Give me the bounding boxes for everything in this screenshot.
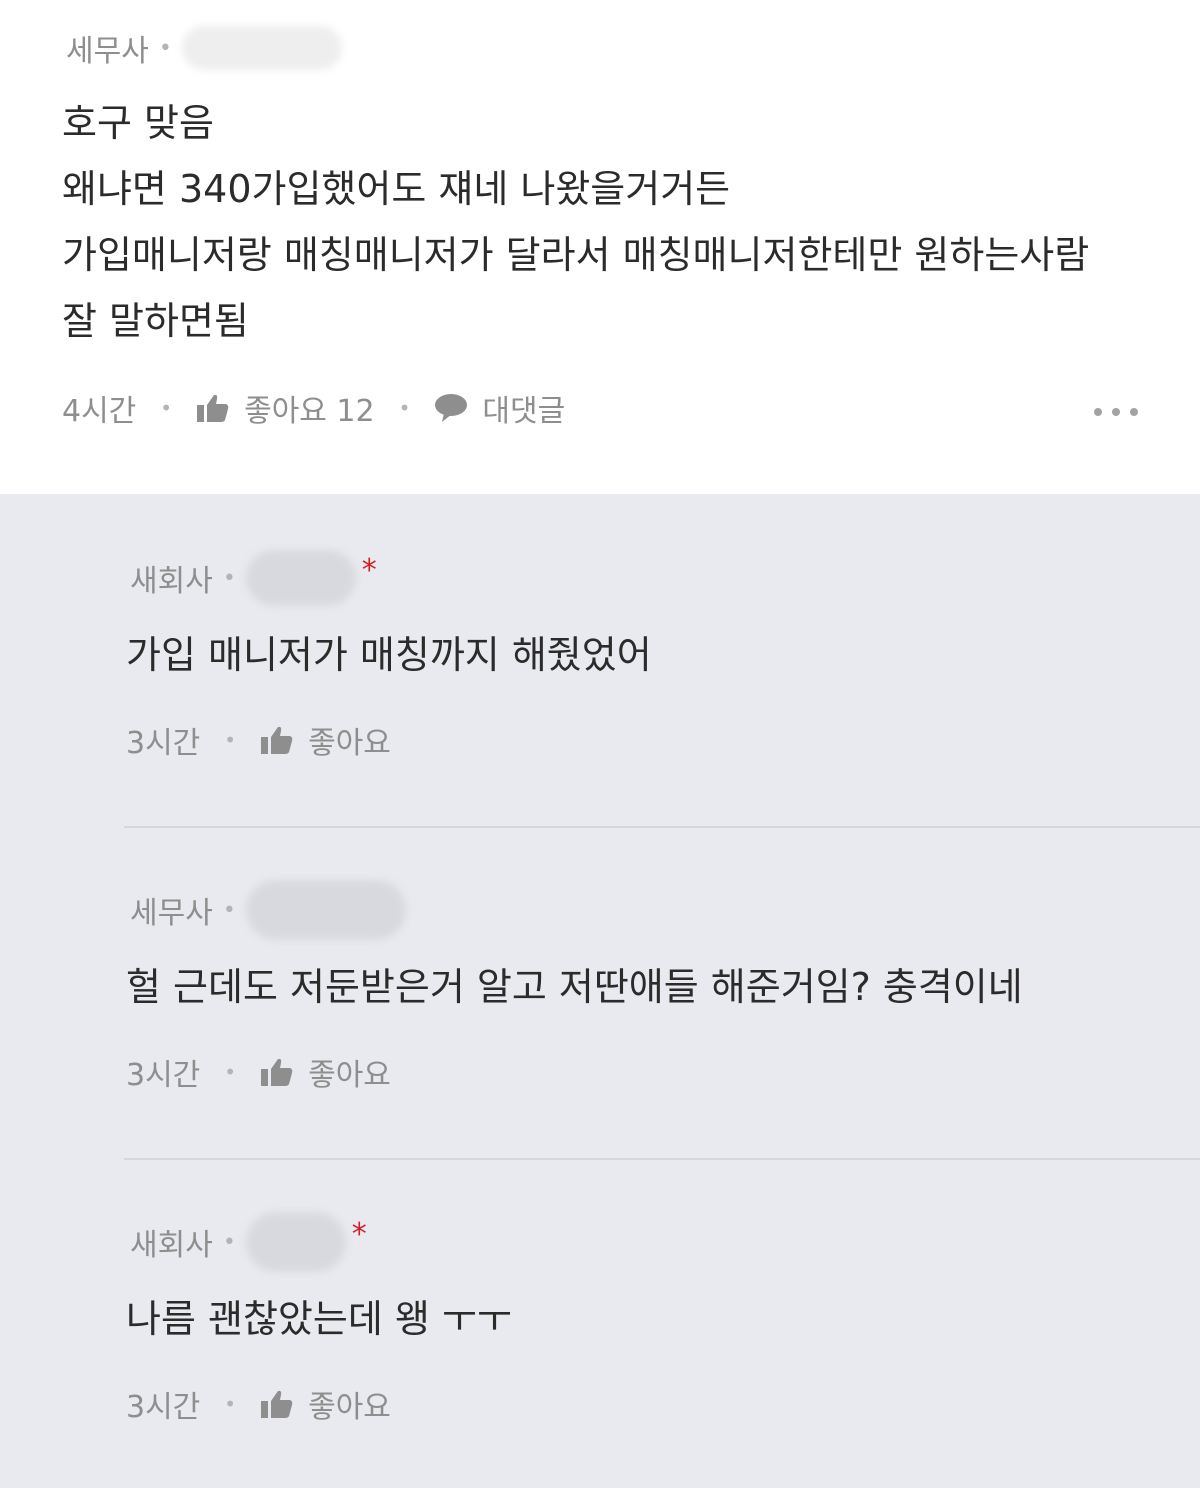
comment-body: 호구 맞음 왜냐면 340가입했어도 쟤네 나왔을거거든 가입매니저랑 매칭매니…	[62, 90, 1089, 354]
reply-body: 헐 근데도 저둔받은거 알고 저딴애들 해준거임? 충격이네	[126, 954, 1023, 1020]
reply-meta: 새회사 • *	[130, 550, 377, 606]
comment-line: 호구 맞음	[62, 101, 214, 145]
speech-bubble-icon	[435, 394, 468, 422]
meta-separator: •	[222, 897, 236, 923]
thumbs-up-icon	[261, 1390, 293, 1418]
author-name[interactable]: 세무사	[66, 26, 149, 70]
reply-text: 나름 괜찮았는데 왱 ㅜㅜ	[126, 1297, 512, 1341]
blurred-username	[181, 26, 342, 70]
blurred-username	[245, 1212, 346, 1272]
reply-body: 나름 괜찮았는데 왱 ㅜㅜ	[126, 1286, 512, 1352]
like-button[interactable]: 좋아요 12	[196, 386, 375, 430]
like-label: 좋아요	[308, 726, 391, 761]
more-dots-icon[interactable]	[1094, 408, 1138, 416]
like-label: 좋아요 12	[244, 394, 375, 429]
reply-button[interactable]: 대댓글	[434, 386, 565, 430]
like-button[interactable]: 좋아요	[260, 1050, 391, 1094]
author-star-icon: *	[361, 552, 377, 588]
timestamp: 3시간	[126, 1058, 201, 1093]
action-separator: •	[224, 728, 237, 752]
reply-actions: 3시간 • 좋아요	[126, 718, 391, 762]
author-name[interactable]: 새회사	[130, 1220, 213, 1264]
reply-actions: 3시간 • 좋아요	[126, 1382, 391, 1426]
reply-text: 헐 근데도 저둔받은거 알고 저딴애들 해준거임? 충격이네	[126, 965, 1023, 1009]
comment-line: 잘 말하면됨	[62, 299, 249, 343]
reply-text: 가입 매니저가 매칭까지 해줬었어	[126, 633, 652, 677]
timestamp: 3시간	[126, 726, 201, 761]
like-button[interactable]: 좋아요	[260, 1382, 391, 1426]
like-button[interactable]: 좋아요	[260, 718, 391, 762]
action-separator: •	[398, 396, 411, 420]
thumbs-up-icon	[197, 394, 229, 422]
blurred-username	[245, 880, 406, 940]
reply-meta: 세무사 •	[130, 880, 406, 940]
meta-separator: •	[222, 565, 236, 591]
reply-body: 가입 매니저가 매칭까지 해줬었어	[126, 622, 652, 688]
reply-label: 대댓글	[482, 394, 566, 429]
author-name[interactable]: 새회사	[130, 556, 213, 600]
action-separator: •	[224, 1392, 237, 1416]
comment-line: 가입매니저랑 매칭매니저가 달라서 매칭매니저한테만 원하는사람	[62, 233, 1090, 277]
main-comment: 세무사 • 호구 맞음 왜냐면 340가입했어도 쟤네 나왔을거거든 가입매니저…	[0, 0, 1200, 494]
comment-actions: 4시간 • 좋아요 12 • 대댓글	[62, 386, 565, 430]
thumbs-up-icon	[261, 726, 293, 754]
like-label: 좋아요	[308, 1058, 391, 1093]
like-label: 좋아요	[308, 1390, 391, 1425]
author-name[interactable]: 세무사	[130, 888, 213, 932]
timestamp: 4시간	[62, 394, 137, 429]
reply-divider	[124, 826, 1200, 828]
action-separator: •	[224, 1060, 237, 1084]
blurred-username	[245, 550, 356, 606]
action-separator: •	[160, 396, 173, 420]
author-star-icon: *	[351, 1216, 367, 1252]
timestamp: 3시간	[126, 1390, 201, 1425]
thumbs-up-icon	[261, 1058, 293, 1086]
meta-separator: •	[158, 35, 172, 61]
reply-meta: 새회사 • *	[130, 1212, 367, 1272]
reply-divider	[124, 1158, 1200, 1160]
comment-line: 왜냐면 340가입했어도 쟤네 나왔을거거든	[62, 167, 731, 211]
comment-meta: 세무사 •	[66, 26, 342, 70]
reply-actions: 3시간 • 좋아요	[126, 1050, 391, 1094]
meta-separator: •	[222, 1229, 236, 1255]
